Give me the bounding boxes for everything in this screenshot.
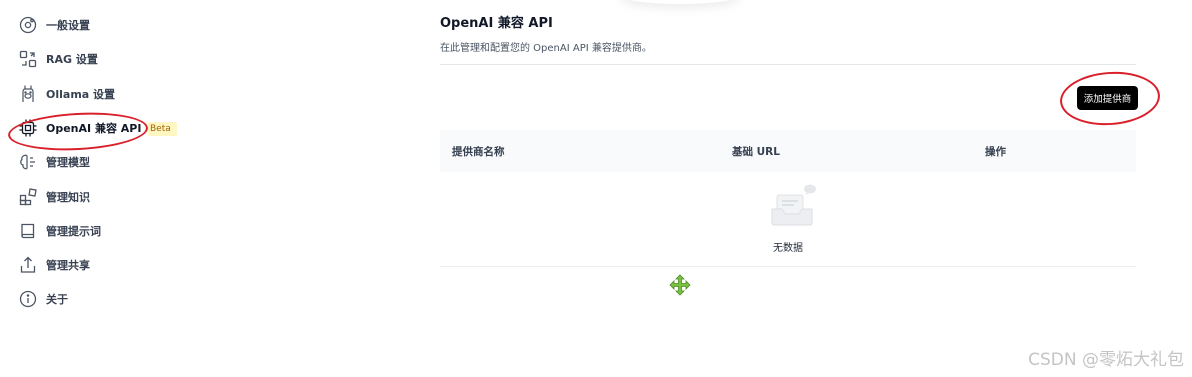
sidebar-item-label: 管理知识 <box>46 191 90 204</box>
llama-icon <box>18 84 38 104</box>
column-header-base-url[interactable]: 基础 URL <box>732 144 780 159</box>
header-divider <box>440 64 1136 65</box>
sidebar-item-about[interactable]: 关于 <box>18 287 68 311</box>
settings-sidebar: 一般设置 RAG 设置 Ollama 设置 OpenAI 兼容 API Beta… <box>0 0 200 377</box>
chip-icon <box>18 118 38 138</box>
sidebar-item-general[interactable]: 一般设置 <box>18 13 90 37</box>
blocks-icon <box>18 187 38 207</box>
gear-icon <box>18 15 38 35</box>
column-header-actions[interactable]: 操作 <box>985 144 1006 159</box>
empty-state-text: 无数据 <box>773 243 803 254</box>
page-title: OpenAI 兼容 API <box>440 16 553 31</box>
sidebar-item-openai-api[interactable]: OpenAI 兼容 API <box>18 116 141 140</box>
providers-table-header: 提供商名称 基础 URL 操作 <box>440 130 1136 172</box>
sidebar-item-label: Ollama 设置 <box>46 88 116 101</box>
sidebar-item-ollama[interactable]: Ollama 设置 <box>18 82 115 106</box>
beta-badge: Beta <box>148 122 177 136</box>
book-icon <box>18 221 38 241</box>
sidebar-item-label: 关于 <box>46 293 68 306</box>
page-subtitle: 在此管理和配置您的 OpenAI API 兼容提供商。 <box>440 43 652 54</box>
sidebar-item-label: 一般设置 <box>46 19 90 32</box>
add-provider-button[interactable]: 添加提供商 <box>1077 86 1138 110</box>
sidebar-item-label: RAG 设置 <box>46 53 98 66</box>
sidebar-item-models[interactable]: 管理模型 <box>18 150 90 174</box>
sidebar-item-label: OpenAI 兼容 API <box>46 122 142 135</box>
sidebar-item-prompts[interactable]: 管理提示词 <box>18 219 101 243</box>
move-cursor-icon <box>669 274 691 296</box>
watermark: CSDN @零炻大礼包 <box>1028 350 1184 370</box>
table-bottom-divider <box>440 266 1136 267</box>
brain-icon <box>18 152 38 172</box>
info-icon <box>18 289 38 309</box>
sidebar-item-label: 管理提示词 <box>46 225 101 238</box>
top-shadow <box>620 0 740 4</box>
share-icon <box>18 255 38 275</box>
column-header-provider-name[interactable]: 提供商名称 <box>452 144 505 159</box>
sidebar-item-label: 管理共享 <box>46 259 90 272</box>
empty-inbox-icon <box>768 183 820 229</box>
file-link-icon <box>18 49 38 69</box>
sidebar-item-knowledge[interactable]: 管理知识 <box>18 185 90 209</box>
sidebar-item-label: 管理模型 <box>46 156 90 169</box>
sidebar-item-sharing[interactable]: 管理共享 <box>18 253 90 277</box>
sidebar-item-rag[interactable]: RAG 设置 <box>18 47 98 71</box>
